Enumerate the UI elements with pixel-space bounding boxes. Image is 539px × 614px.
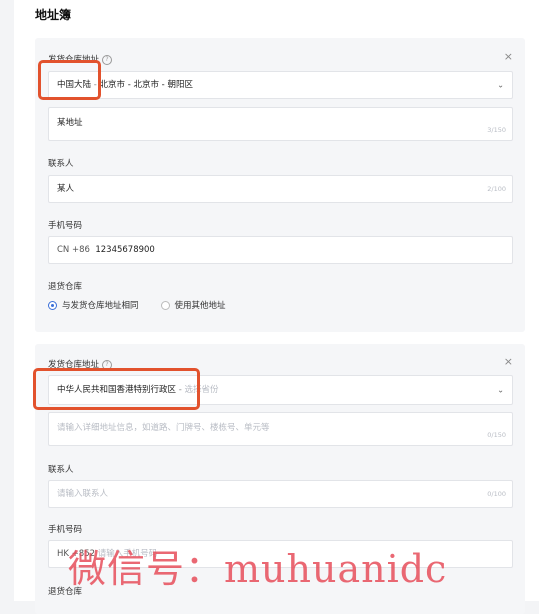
region-separator: -: [178, 385, 182, 395]
return-option-same[interactable]: 与发货仓库地址相同: [48, 299, 139, 311]
region-select[interactable]: 中国大陆 - 北京市 - 北京市 - 朝阳区 ⌄: [48, 71, 513, 99]
main-panel: 地址簿 发货仓库地址? × 中国大陆 - 北京市 - 北京市 - 朝阳区 ⌄ 某…: [14, 0, 539, 614]
region-rest: 北京市 - 北京市 - 朝阳区: [99, 80, 193, 90]
phone-value: HK +852 请输入手机号码: [57, 541, 157, 567]
chevron-down-icon: ⌄: [497, 385, 504, 395]
return-label: 退货仓库: [48, 282, 83, 292]
warehouse-label: 发货仓库地址?: [48, 358, 113, 370]
return-label: 退货仓库: [48, 587, 83, 597]
chevron-down-icon: ⌄: [497, 80, 504, 90]
contact-input[interactable]: 某人 2/100: [48, 175, 513, 203]
close-icon[interactable]: ×: [504, 355, 513, 368]
region-separator: -: [93, 80, 97, 90]
region-select[interactable]: 中华人民共和国香港特别行政区 - 选择省份 ⌄: [48, 375, 513, 405]
phone-label: 手机号码: [48, 221, 83, 231]
radio-unchecked-icon: [160, 300, 170, 310]
region-value: 中华人民共和国香港特别行政区 - 选择省份: [57, 376, 219, 404]
contact-placeholder: 请输入联系人: [57, 489, 109, 499]
phone-placeholder: 请输入手机号码: [97, 549, 158, 559]
region-country: 中国大陆: [57, 80, 92, 90]
phone-country-code[interactable]: HK +852: [57, 549, 95, 559]
contact-char-count: 2/100: [487, 185, 506, 193]
help-icon[interactable]: ?: [102, 55, 113, 65]
address-value: 某地址: [57, 118, 83, 128]
contact-value: 某人: [57, 184, 75, 194]
phone-value: CN +86 12345678900: [57, 237, 155, 263]
address-input[interactable]: 请输入详细地址信息，如道路、门牌号、楼栋号、单元等 0/150: [48, 412, 513, 446]
close-icon[interactable]: ×: [504, 50, 513, 63]
address-char-count: 0/150: [487, 431, 506, 439]
return-option-other[interactable]: 使用其他地址: [160, 299, 226, 311]
address-char-count: 3/150: [487, 126, 506, 134]
region-country: 中华人民共和国香港特别行政区: [57, 385, 177, 395]
warehouse-label: 发货仓库地址?: [48, 53, 113, 65]
address-card-2: 发货仓库地址? × 中华人民共和国香港特别行政区 - 选择省份 ⌄ 请输入详细地…: [35, 344, 525, 614]
contact-label: 联系人: [48, 465, 74, 475]
return-option-same-label: 与发货仓库地址相同: [62, 301, 139, 311]
contact-char-count: 0/100: [487, 490, 506, 498]
phone-country-code[interactable]: CN +86: [57, 245, 90, 255]
contact-label: 联系人: [48, 159, 74, 169]
address-card-1: 发货仓库地址? × 中国大陆 - 北京市 - 北京市 - 朝阳区 ⌄ 某地址 3…: [35, 38, 525, 332]
phone-input[interactable]: HK +852 请输入手机号码: [48, 540, 513, 568]
radio-checked-icon: [48, 300, 57, 310]
help-icon[interactable]: ?: [102, 360, 113, 370]
address-input[interactable]: 某地址 3/150: [48, 107, 513, 141]
warehouse-label-text: 发货仓库地址: [48, 55, 100, 65]
phone-label: 手机号码: [48, 525, 83, 535]
return-options: 与发货仓库地址相同 使用其他地址: [48, 299, 248, 311]
page-title: 地址簿: [35, 8, 72, 22]
page-left-gutter: [0, 0, 14, 601]
return-option-other-label: 使用其他地址: [174, 301, 226, 311]
phone-input[interactable]: CN +86 12345678900: [48, 236, 513, 264]
warehouse-label-text: 发货仓库地址: [48, 360, 100, 370]
phone-number: 12345678900: [95, 245, 155, 255]
region-placeholder: 选择省份: [184, 385, 219, 395]
address-placeholder: 请输入详细地址信息，如道路、门牌号、楼栋号、单元等: [57, 423, 270, 433]
contact-input[interactable]: 请输入联系人 0/100: [48, 480, 513, 508]
region-value: 中国大陆 - 北京市 - 北京市 - 朝阳区: [57, 72, 193, 98]
